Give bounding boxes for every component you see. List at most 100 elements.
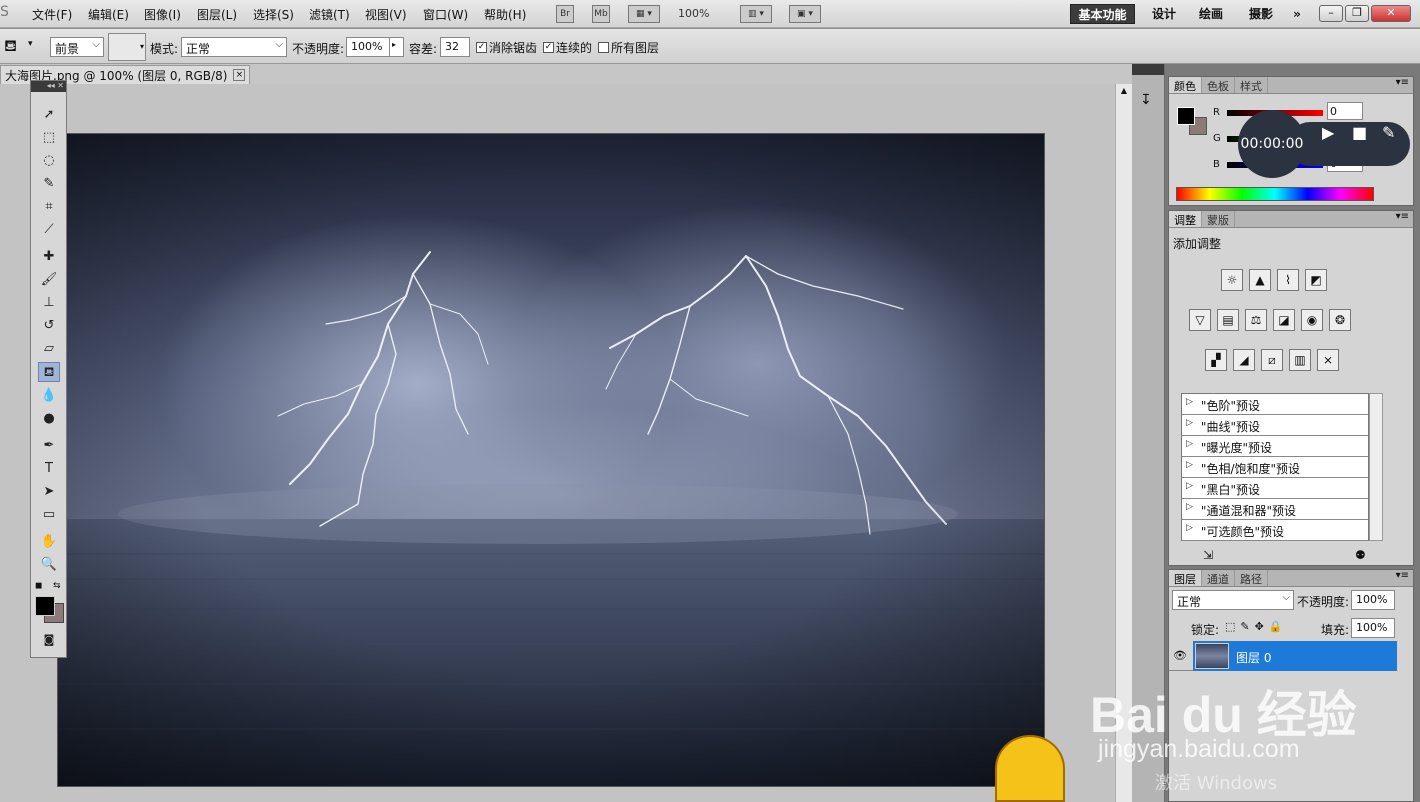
layer-row[interactable]: 👁 图层 0 bbox=[1169, 641, 1397, 671]
invert-icon[interactable]: ▞ bbox=[1205, 349, 1227, 371]
arrange-documents-button[interactable]: ▥ ▾ bbox=[740, 5, 772, 23]
paint-bucket-tool-icon[interactable]: ⛾ bbox=[38, 362, 60, 382]
panel-menu-icon[interactable]: ▾≡ bbox=[1396, 570, 1413, 586]
close-window-button[interactable]: ✕ bbox=[1371, 5, 1411, 22]
photo-filter-icon[interactable]: ◉ bbox=[1301, 309, 1323, 331]
scroll-up-icon[interactable]: ▲ bbox=[1118, 86, 1130, 98]
foreground-color-swatch[interactable] bbox=[35, 596, 55, 616]
gradient-map-icon[interactable]: ▥ bbox=[1289, 349, 1311, 371]
eyedropper-tool-icon[interactable]: ⟋ bbox=[38, 220, 60, 240]
view-extras-button[interactable]: ▦ ▾ bbox=[628, 5, 660, 23]
bridge-button[interactable]: Br bbox=[556, 5, 574, 23]
menu-edit[interactable]: 编辑(E) bbox=[88, 6, 129, 23]
curves-icon[interactable]: ⌇ bbox=[1277, 269, 1299, 291]
tab-channels[interactable]: 通道 bbox=[1202, 570, 1235, 586]
eye-visibility-icon[interactable]: 👁 bbox=[1173, 649, 1187, 662]
hue-saturation-icon[interactable]: ▤ bbox=[1217, 309, 1239, 331]
return-to-list-icon[interactable]: ⇲ bbox=[1203, 548, 1213, 562]
workspace-essentials[interactable]: 基本功能 bbox=[1070, 4, 1135, 24]
list-item[interactable]: ▷ "可选颜色"预设 bbox=[1182, 520, 1368, 541]
color-foreground-swatch[interactable] bbox=[1177, 107, 1195, 125]
threshold-icon[interactable]: ⧄ bbox=[1261, 349, 1283, 371]
brightness-contrast-icon[interactable]: ☼ bbox=[1221, 269, 1243, 291]
list-item[interactable]: ▷ "通道混和器"预设 bbox=[1182, 499, 1368, 520]
healing-brush-tool-icon[interactable]: ✚ bbox=[38, 247, 60, 267]
history-brush-tool-icon[interactable]: ↺ bbox=[38, 316, 60, 336]
expand-triangle-icon[interactable]: ▷ bbox=[1186, 523, 1193, 537]
pattern-picker[interactable]: ▾ bbox=[108, 33, 146, 61]
shape-tool-icon[interactable]: ▭ bbox=[38, 505, 60, 525]
quick-mask-icon[interactable]: ◙ bbox=[38, 630, 60, 650]
tab-layers[interactable]: 图层 bbox=[1169, 570, 1202, 586]
history-panel-icon[interactable]: ↧ bbox=[1140, 92, 1152, 108]
exposure-icon[interactable]: ◩ bbox=[1305, 269, 1327, 291]
brush-tool-icon[interactable]: 🖌 bbox=[38, 270, 60, 290]
pencil-icon[interactable]: ✎ bbox=[1382, 123, 1395, 142]
tab-masks[interactable]: 蒙版 bbox=[1202, 211, 1235, 227]
path-select-tool-icon[interactable]: ➤ bbox=[38, 482, 60, 502]
tolerance-input[interactable]: 32 bbox=[440, 37, 470, 57]
clone-stamp-tool-icon[interactable]: ⊥ bbox=[38, 293, 60, 313]
tool-preset-arrow-icon[interactable]: ▾ bbox=[28, 39, 33, 49]
expand-triangle-icon[interactable]: ▷ bbox=[1186, 397, 1193, 411]
list-item[interactable]: ▷ "黑白"预设 bbox=[1182, 478, 1368, 499]
opacity-input[interactable]: 100% bbox=[346, 37, 390, 57]
vibrance-icon[interactable]: ▽ bbox=[1189, 309, 1211, 331]
blur-tool-icon[interactable]: 💧 bbox=[38, 386, 60, 406]
layer-thumbnail[interactable] bbox=[1195, 643, 1229, 669]
layer-name[interactable]: 图层 0 bbox=[1236, 649, 1271, 666]
menu-view[interactable]: 视图(V) bbox=[365, 6, 407, 23]
menu-image[interactable]: 图像(I) bbox=[144, 6, 181, 23]
tab-styles[interactable]: 样式 bbox=[1235, 77, 1268, 93]
crop-tool-icon[interactable]: ⌗ bbox=[38, 197, 60, 217]
menu-filter[interactable]: 滤镜(T) bbox=[309, 6, 350, 23]
presets-scrollbar[interactable] bbox=[1369, 393, 1383, 541]
tab-adjustments[interactable]: 调整 bbox=[1169, 211, 1202, 227]
lock-options-icons[interactable]: ⬚✎✥🔒 bbox=[1225, 620, 1288, 633]
lasso-tool-icon[interactable]: ◌ bbox=[38, 151, 60, 171]
expand-triangle-icon[interactable]: ▷ bbox=[1186, 481, 1193, 495]
paint-bucket-icon[interactable]: ⛾ bbox=[4, 36, 17, 57]
more-workspaces-button[interactable]: » bbox=[1286, 4, 1308, 24]
default-colors-icon[interactable]: ◼ bbox=[35, 581, 42, 591]
tab-swatches[interactable]: 色板 bbox=[1202, 77, 1235, 93]
tab-paths[interactable]: 路径 bbox=[1235, 570, 1268, 586]
posterize-icon[interactable]: ◢ bbox=[1233, 349, 1255, 371]
pen-tool-icon[interactable]: ✒ bbox=[38, 436, 60, 456]
expand-triangle-icon[interactable]: ▷ bbox=[1186, 460, 1193, 474]
close-document-icon[interactable]: × bbox=[233, 69, 246, 81]
zoom-level[interactable]: 100% bbox=[678, 7, 709, 20]
black-white-icon[interactable]: ◪ bbox=[1273, 309, 1295, 331]
tab-color[interactable]: 颜色 bbox=[1169, 77, 1202, 93]
all-layers-checkbox[interactable]: 所有图层 bbox=[598, 39, 659, 56]
type-tool-icon[interactable]: T bbox=[38, 459, 60, 479]
list-item[interactable]: ▷ "曝光度"预设 bbox=[1182, 436, 1368, 457]
document-image[interactable] bbox=[58, 134, 1044, 786]
menu-window[interactable]: 窗口(W) bbox=[423, 6, 468, 23]
tools-panel-header[interactable]: ◂◂ ✕ bbox=[31, 81, 66, 92]
layer-opacity-input[interactable]: 100% bbox=[1351, 590, 1395, 610]
list-item[interactable]: ▷ "曲线"预设 bbox=[1182, 415, 1368, 436]
expand-triangle-icon[interactable]: ▷ bbox=[1186, 502, 1193, 516]
minimize-button[interactable]: – bbox=[1319, 5, 1343, 22]
screen-mode-button[interactable]: ▣ ▾ bbox=[789, 5, 821, 23]
workspace-photography[interactable]: 摄影 bbox=[1242, 4, 1280, 24]
opacity-slider-button[interactable]: ▸ bbox=[389, 37, 404, 57]
marquee-tool-icon[interactable]: ⬚ bbox=[38, 128, 60, 148]
expand-triangle-icon[interactable]: ▷ bbox=[1186, 418, 1193, 432]
channel-mixer-icon[interactable]: ❂ bbox=[1329, 309, 1351, 331]
play-icon[interactable]: ▶ bbox=[1322, 123, 1334, 142]
color-balance-icon[interactable]: ⚖ bbox=[1245, 309, 1267, 331]
quick-select-tool-icon[interactable]: ✎ bbox=[38, 174, 60, 194]
antialias-checkbox[interactable]: ✓ 消除锯齿 bbox=[476, 39, 537, 56]
zoom-tool-icon[interactable]: 🔍 bbox=[38, 555, 60, 575]
fill-source-select[interactable]: 前景 ⌵ bbox=[50, 37, 104, 57]
menu-help[interactable]: 帮助(H) bbox=[484, 6, 526, 23]
stop-icon[interactable]: ■ bbox=[1352, 123, 1367, 142]
hand-tool-icon[interactable]: ✋ bbox=[38, 532, 60, 552]
blend-mode-select[interactable]: 正常 ⌵ bbox=[181, 37, 287, 57]
selective-color-icon[interactable]: ⨯ bbox=[1317, 349, 1339, 371]
dodge-tool-icon[interactable]: ● bbox=[38, 409, 60, 429]
color-spectrum-bar[interactable] bbox=[1176, 187, 1374, 201]
workspace-painting[interactable]: 绘画 bbox=[1192, 4, 1230, 24]
